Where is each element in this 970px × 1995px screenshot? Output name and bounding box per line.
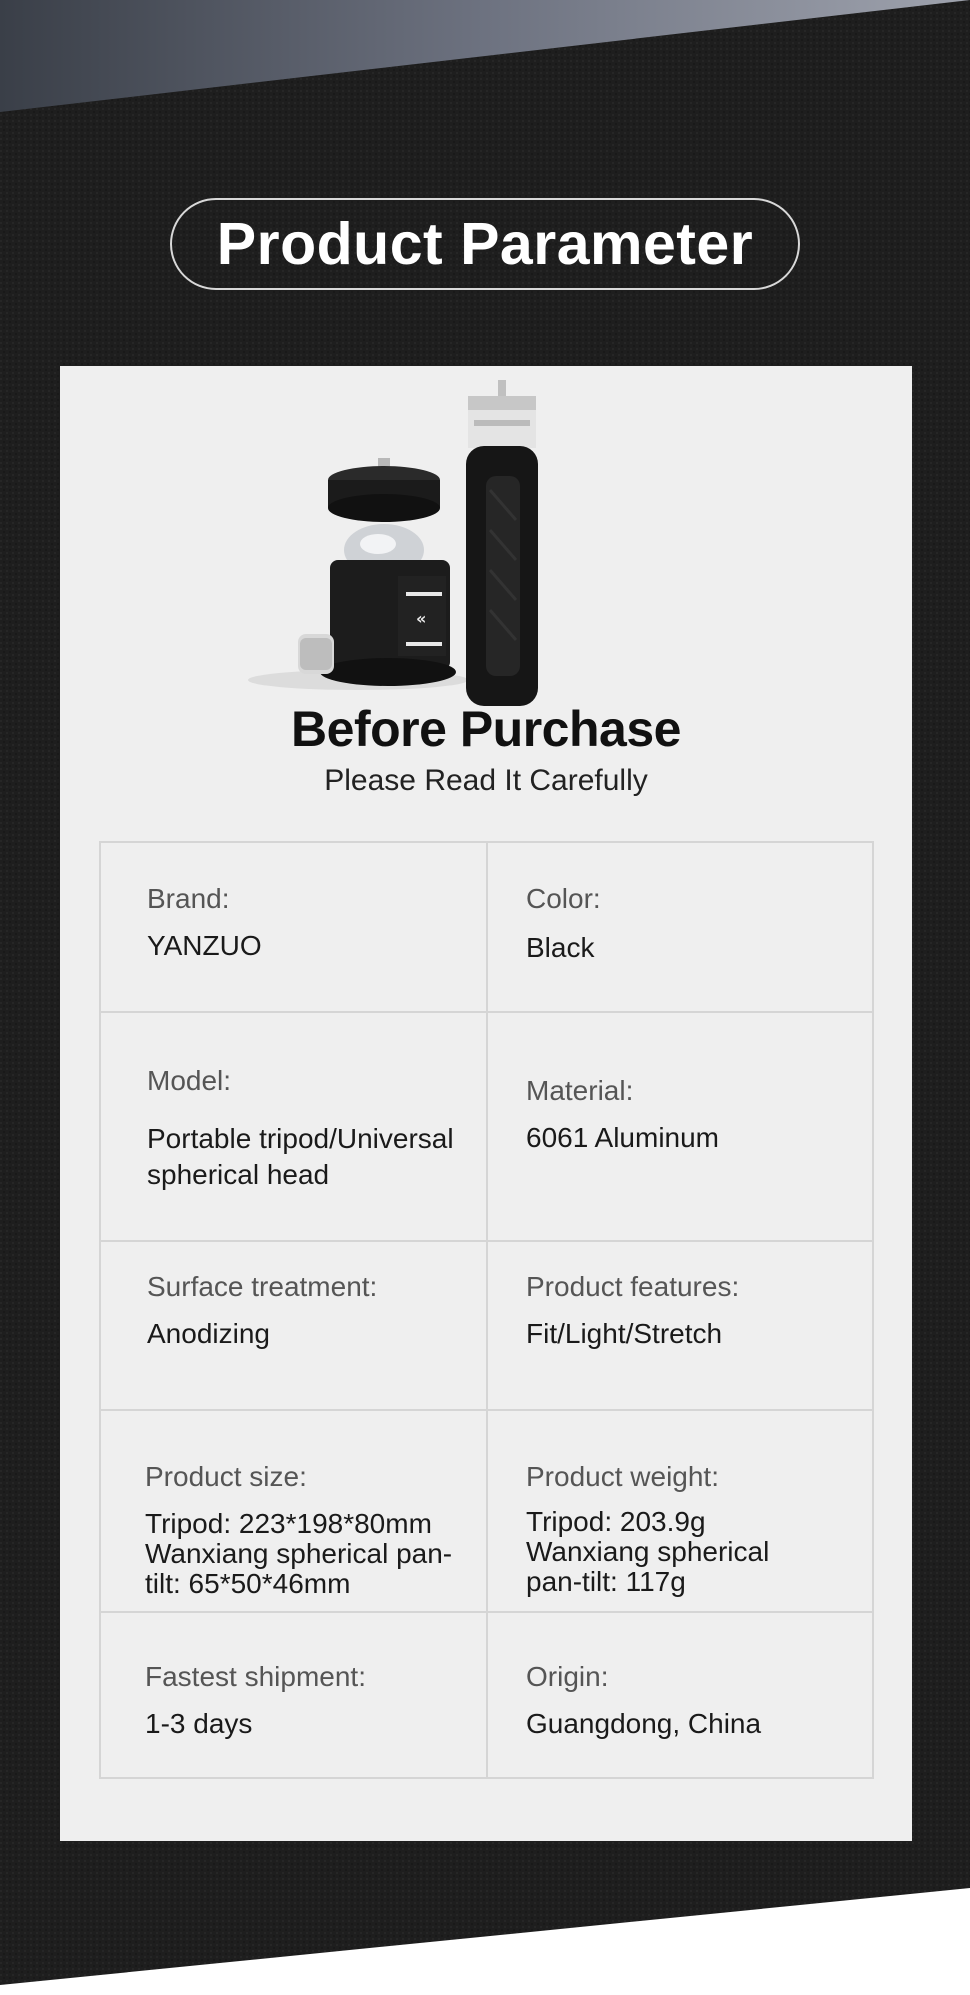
title-pill: Product Parameter <box>170 198 800 290</box>
spec-value-color: Black <box>526 932 595 963</box>
svg-text:«: « <box>416 609 426 628</box>
spec-value-brand: YANZUO <box>147 930 262 961</box>
read-carefully-subheading: Please Read It Carefully <box>324 764 648 797</box>
spec-label-product-features: Product features: <box>526 1271 740 1302</box>
product-image: « <box>248 380 538 706</box>
ball-head-illustration: « <box>298 458 456 686</box>
spec-label-product-size: Product size: <box>145 1461 307 1492</box>
spec-label-origin: Origin: <box>526 1661 609 1692</box>
spec-value-origin: Guangdong, China <box>526 1708 762 1739</box>
table-divider <box>101 1011 872 1013</box>
spec-label-brand: Brand: <box>147 883 230 914</box>
spec-value-fastest-shipment: 1-3 days <box>145 1708 253 1739</box>
spec-value-surface-treatment: Anodizing <box>147 1318 270 1349</box>
spec-label-color: Color: <box>526 883 601 914</box>
spec-table: Brand: YANZUO Color: Black Model: Portab… <box>99 841 874 1779</box>
page-title: Product Parameter <box>216 211 754 277</box>
spec-label-surface-treatment: Surface treatment: <box>147 1271 378 1302</box>
spec-value-product-features: Fit/Light/Stretch <box>526 1318 723 1349</box>
spec-label-fastest-shipment: Fastest shipment: <box>145 1661 366 1692</box>
table-divider <box>101 1409 872 1411</box>
spec-value-model: Portable tripod/Universal spherical head <box>147 1123 454 1190</box>
table-divider <box>101 1611 872 1613</box>
spec-label-product-weight: Product weight: <box>526 1461 719 1492</box>
table-divider-vertical <box>486 843 488 1777</box>
spec-label-model: Model: <box>147 1065 232 1096</box>
spec-label-material: Material: <box>526 1075 634 1106</box>
spec-value-material: 6061 Aluminum <box>526 1122 720 1153</box>
tripod-handle-illustration <box>466 380 538 706</box>
before-purchase-heading: Before Purchase <box>291 701 681 757</box>
table-divider <box>101 1240 872 1242</box>
spec-value-product-size: Tripod: 223*198*80mm Wanxiang spherical … <box>145 1508 453 1599</box>
spec-value-product-weight: Tripod: 203.9g Wanxiang spherical pan-ti… <box>526 1506 770 1597</box>
